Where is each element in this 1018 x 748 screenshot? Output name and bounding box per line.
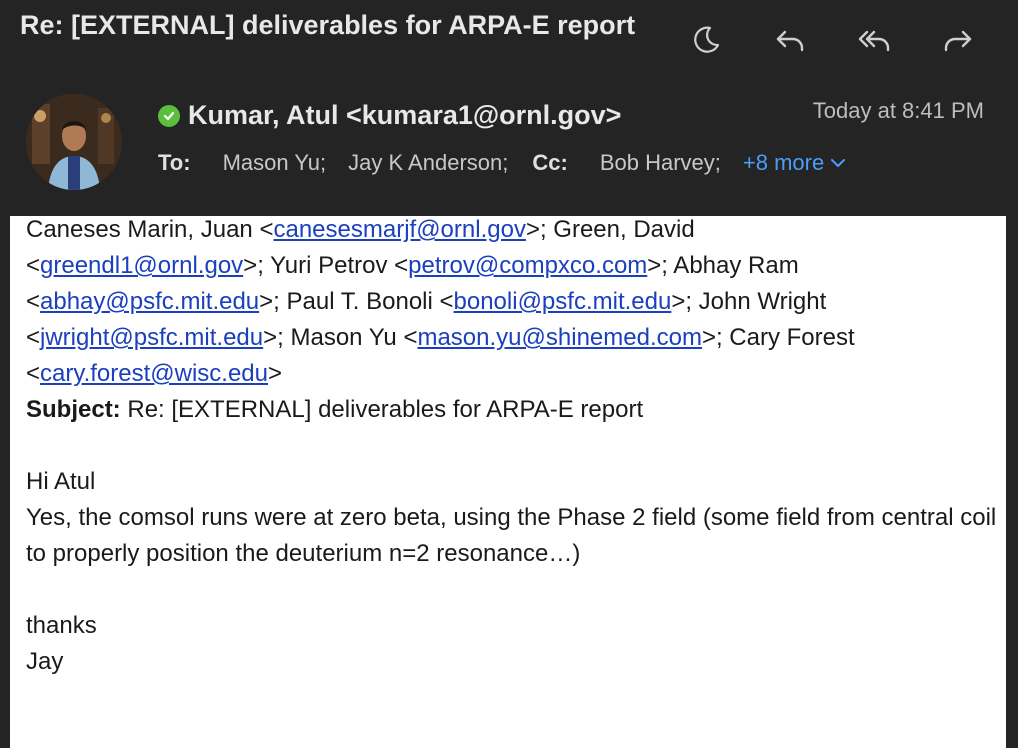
quoted-recipients-line: <jwright@psfc.mit.edu>; Mason Yu <mason.… [26, 324, 855, 351]
to-label: To: [158, 150, 191, 175]
avatar-photo [26, 94, 122, 190]
online-status-icon [158, 104, 180, 127]
reply-button[interactable] [766, 20, 814, 60]
subject-value: Re: [EXTERNAL] deliverables for ARPA-E r… [120, 396, 644, 423]
quoted-recipients-line: Caneses Marin, Juan <canesesmarjf@ornl.g… [26, 216, 695, 243]
email-link[interactable]: jwright@psfc.mit.edu [40, 324, 263, 351]
quoted-recipients-line: <cary.forest@wisc.edu> [26, 360, 283, 387]
recipients-row: To: Mason Yu; Jay K Anderson; Cc: Bob Ha… [158, 150, 846, 176]
quoted-subject-line: Subject: Re: [EXTERNAL] deliverables for… [26, 392, 998, 428]
reply-icon [776, 30, 804, 52]
forward-icon [944, 30, 972, 52]
message-subject: Re: [EXTERNAL] deliverables for ARPA-E r… [20, 10, 636, 40]
sender-name[interactable]: Kumar, Atul <kumara1@ornl.gov> [188, 100, 621, 131]
greeting: Hi Atul [26, 468, 96, 495]
email-link[interactable]: bonoli@psfc.mit.edu [454, 288, 672, 315]
email-link[interactable]: cary.forest@wisc.edu [40, 360, 268, 387]
subject-label: Subject: [26, 396, 121, 423]
sender-row: Kumar, Atul <kumara1@ornl.gov> [158, 100, 621, 131]
reply-all-button[interactable] [850, 20, 898, 60]
forward-button[interactable] [934, 20, 982, 60]
to-recipient[interactable]: Mason Yu; [223, 150, 327, 176]
chevron-down-icon [831, 159, 846, 167]
message-header: Re: [EXTERNAL] deliverables for ARPA-E r… [0, 0, 1018, 216]
message-content: Caneses Marin, Juan <canesesmarjf@ornl.g… [26, 216, 998, 680]
quoted-recipients-line: <abhay@psfc.mit.edu>; Paul T. Bonoli <bo… [26, 288, 827, 315]
dark-mode-button[interactable] [682, 20, 730, 60]
body-paragraph: Yes, the comsol runs were at zero beta, … [26, 504, 997, 567]
more-recipients-button[interactable]: +8 more [743, 150, 846, 176]
sender-avatar[interactable] [26, 94, 122, 190]
message-toolbar [682, 20, 982, 60]
email-link[interactable]: petrov@compxco.com [408, 252, 647, 279]
message-body: Caneses Marin, Juan <canesesmarjf@ornl.g… [10, 216, 1006, 748]
email-link[interactable]: abhay@psfc.mit.edu [40, 288, 259, 315]
email-link[interactable]: canesesmarjf@ornl.gov [273, 216, 525, 243]
quoted-recipients-line: <greendl1@ornl.gov>; Yuri Petrov <petrov… [26, 252, 799, 279]
signoff: thanks [26, 612, 97, 639]
message-date: Today at 8:41 PM [812, 98, 984, 123]
signature: Jay [26, 648, 64, 675]
email-link[interactable]: mason.yu@shinemed.com [417, 324, 701, 351]
cc-recipient[interactable]: Bob Harvey; [600, 150, 721, 176]
reply-all-icon [858, 30, 890, 52]
moon-icon [694, 26, 720, 53]
more-recipients-label: +8 more [742, 150, 825, 175]
email-link[interactable]: greendl1@ornl.gov [40, 252, 243, 279]
to-recipient[interactable]: Jay K Anderson; [348, 150, 508, 176]
cc-label: Cc: [532, 150, 568, 175]
